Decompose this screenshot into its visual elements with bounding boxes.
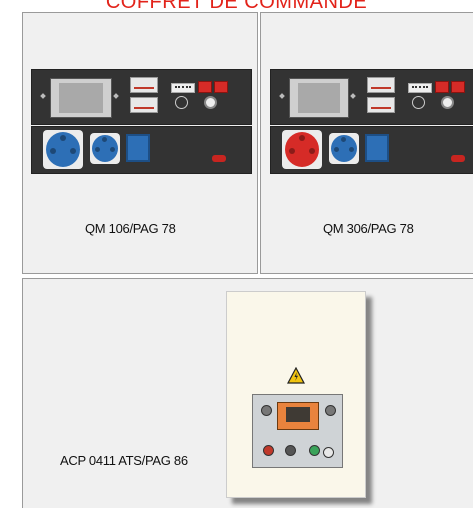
product-caption: QM 306/PAG 78 <box>323 221 414 236</box>
controller-panel <box>252 394 343 468</box>
warning-triangle-icon <box>287 367 305 384</box>
power-socket-icon <box>46 132 80 167</box>
power-socket-icon <box>92 135 118 162</box>
product-card-qm306[interactable]: QM 306/PAG 78 <box>260 12 473 274</box>
power-socket-icon <box>331 135 357 162</box>
product-caption: QM 106/PAG 78 <box>85 221 176 236</box>
cabinet-image <box>226 291 366 498</box>
control-panel-image <box>270 69 473 174</box>
product-card-qm106[interactable]: QM 106/PAG 78 <box>22 12 258 274</box>
control-panel-image <box>31 69 252 174</box>
power-socket-icon <box>285 132 319 167</box>
product-caption: ACP 0411 ATS/PAG 86 <box>60 453 188 468</box>
